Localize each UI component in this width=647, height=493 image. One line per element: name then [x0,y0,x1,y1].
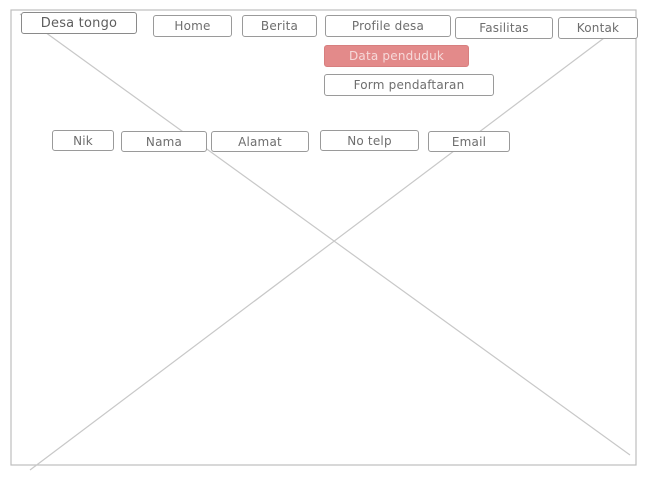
site-logo[interactable]: Desa tongo [21,12,137,34]
dropdown-item-form-pendaftaran[interactable]: Form pendaftaran [324,74,494,96]
nav-item-home[interactable]: Home [153,15,232,37]
column-header-nama: Nama [121,131,207,152]
nav-item-profile-desa[interactable]: Profile desa [325,15,451,37]
image-placeholder [10,9,637,471]
nav-item-kontak[interactable]: Kontak [558,17,638,39]
column-header-nik: Nik [52,130,114,151]
dropdown-item-data-penduduk[interactable]: Data penduduk [324,45,469,67]
column-header-no-telp: No telp [320,130,419,151]
column-header-alamat: Alamat [211,131,309,152]
nav-item-fasilitas[interactable]: Fasilitas [455,17,553,39]
wireframe-page: Desa tongo Home Berita Profile desa Fasi… [0,0,647,493]
nav-item-berita[interactable]: Berita [242,15,317,37]
column-header-email: Email [428,131,510,152]
